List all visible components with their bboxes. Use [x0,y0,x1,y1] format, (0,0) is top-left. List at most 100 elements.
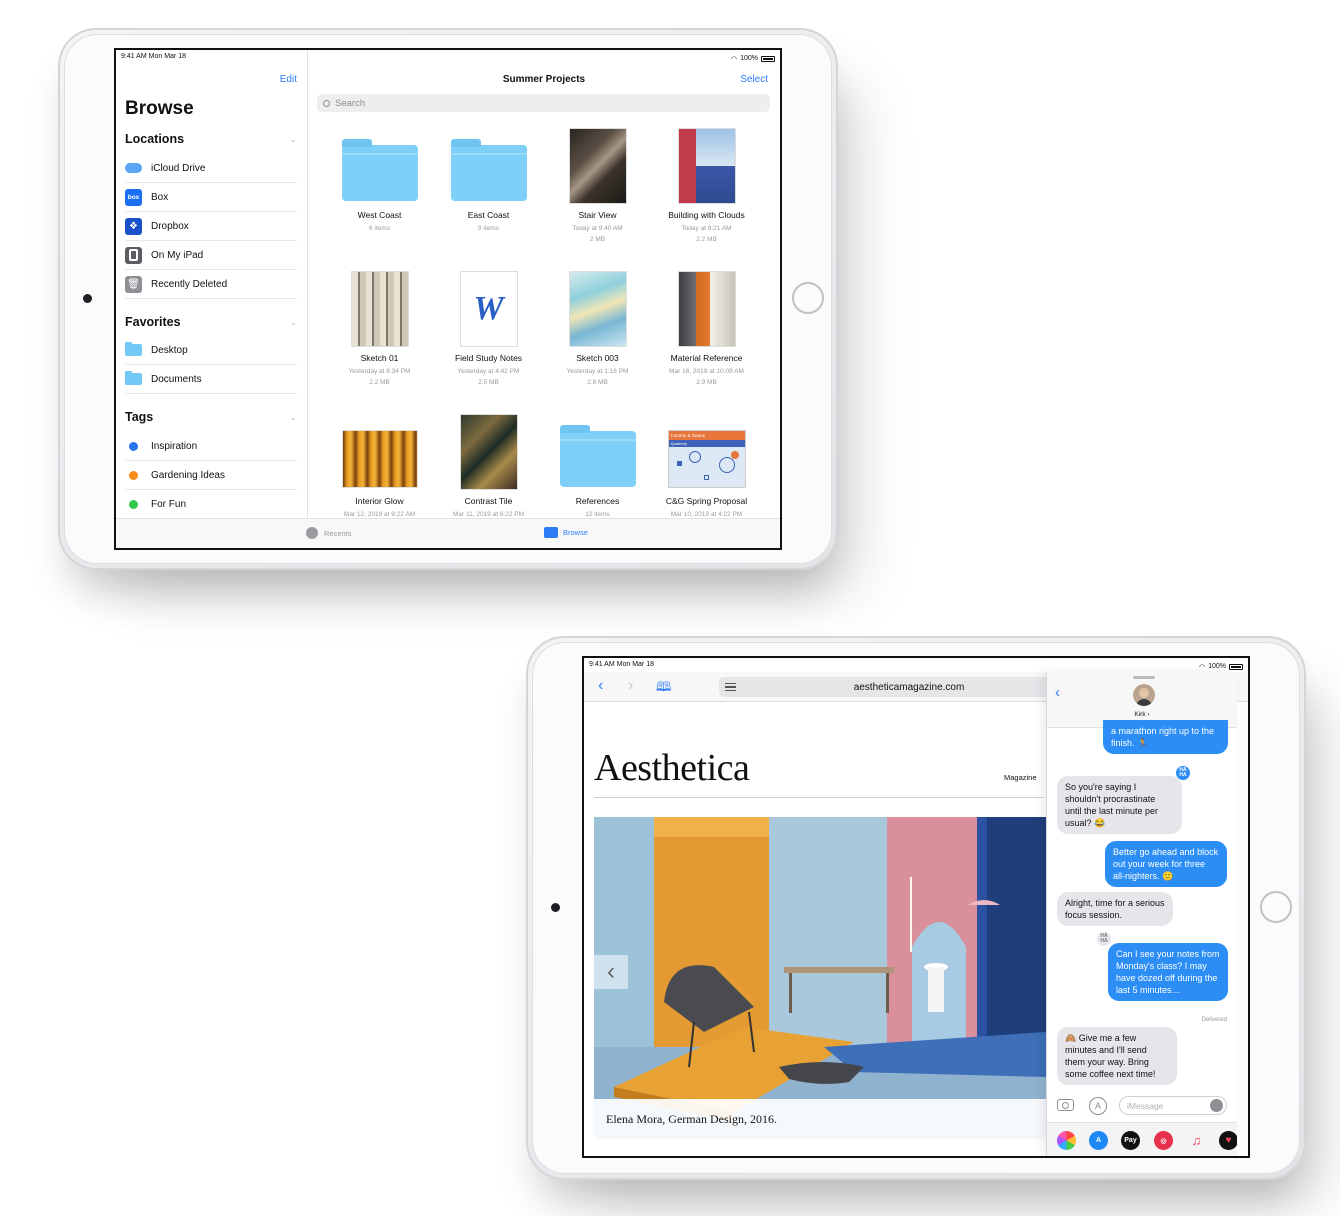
magazine-label[interactable]: Magazine [1004,773,1037,782]
file-item-stair-view[interactable]: Stair View Today at 9:40 AM 2 MB [543,124,652,245]
divider [594,797,1044,798]
sidebar-item-icloud-drive[interactable]: iCloud Drive [125,154,297,183]
sidebar-item-tag-gardening[interactable]: Gardening Ideas [125,461,297,490]
back-chevron-icon[interactable]: ‹ [598,677,603,695]
file-meta: 9 items [478,225,499,232]
front-camera [551,903,560,912]
reader-icon[interactable] [725,683,736,691]
favorites-section-title[interactable]: Favorites [125,315,181,329]
file-item-cg-spring-proposal[interactable]: Comme & Geaux Quarterly C&G Spring Propo… [652,410,761,520]
file-item-contrast-tile[interactable]: Contrast Tile Mar 11, 2019 at 6:22 PM [434,410,543,520]
previous-slide-button[interactable]: ‹ [594,955,628,989]
file-item-references[interactable]: References 12 items [543,410,652,520]
locations-section-title[interactable]: Locations [125,132,184,146]
music-icon[interactable]: ♫ [1187,1131,1206,1150]
word-document-icon: W [459,271,518,347]
app-store-app-icon[interactable]: A [1089,1131,1108,1150]
file-item-interior-glow[interactable]: Interior Glow Mar 12, 2019 at 9:22 AM [325,410,434,520]
battery-icon [1229,663,1243,670]
file-item-material-reference[interactable]: Material Reference Mar 16, 2019 at 10:09… [652,267,761,388]
imessage-input[interactable]: iMessage [1119,1096,1227,1115]
file-name: Building with Clouds [668,210,745,220]
file-item-building-with-clouds[interactable]: Building with Clouds Today at 9:21 AM 2.2… [652,124,761,245]
chevron-down-icon[interactable]: ⌄ [289,412,297,423]
message-bubble-sent[interactable]: a marathon right up to the finish. 🏃 [1103,720,1228,754]
app-store-icon[interactable]: A [1089,1097,1107,1115]
tab-browse[interactable]: Browse [544,527,588,538]
address-bar[interactable]: aestheticamagazine.com [719,677,1099,697]
dropbox-icon: ❖ [125,217,142,235]
sidebar-item-label: iCloud Drive [151,162,206,174]
message-bubble-received[interactable]: Alright, time for a serious focus sessio… [1057,892,1173,926]
sidebar-item-box[interactable]: box Box [125,183,297,212]
digital-touch-icon[interactable]: ♥ [1219,1131,1237,1150]
photos-app-icon[interactable] [1057,1131,1076,1150]
file-name: Field Study Notes [454,353,523,363]
select-button[interactable]: Select [740,74,768,85]
file-name: East Coast [467,210,510,220]
photo-thumbnail [568,128,627,204]
contact-name[interactable]: Kirk › [1047,711,1237,718]
sidebar-item-dropbox[interactable]: ❖ Dropbox [125,212,297,241]
photo-thumbnail [350,271,409,347]
message-bubble-received[interactable]: 🙈 Give me a few minutes and I'll send th… [1057,1027,1177,1085]
file-name: Material Reference [670,353,743,363]
file-item-west-coast[interactable]: West Coast 6 items [325,124,434,234]
folder-icon [341,139,418,201]
file-date: Mar 16, 2019 at 10:09 AM [669,368,744,375]
file-item-field-study-notes[interactable]: W Field Study Notes Yesterday at 4:42 PM… [434,267,543,388]
sidebar-item-on-my-ipad[interactable]: On My iPad [125,241,297,270]
file-name: Interior Glow [355,496,404,506]
forward-chevron-icon[interactable]: › [628,677,633,695]
camera-icon[interactable] [1057,1099,1074,1111]
file-item-sketch-01[interactable]: Sketch 01 Yesterday at 8:34 PM 2.2 MB [325,267,434,388]
page-title: Summer Projects [502,74,586,85]
sidebar-item-documents[interactable]: Documents [125,365,297,394]
ipad-safari-device: 9:41 AM Mon Mar 18 ◠ 100% ‹ › 🕮 aesthetic… [526,636,1306,1180]
files-screen: 9:41 AM Mon Mar 18 ◠ 100% Edit Browse Loc… [114,48,782,550]
avatar[interactable] [1133,684,1155,706]
search-input[interactable]: Search [317,94,770,112]
url-text: aestheticamagazine.com [853,681,965,693]
messages-slide-over[interactable]: ‹ Kirk › a marathon right up to the fini… [1046,672,1237,1156]
sidebar-item-label: Dropbox [151,220,189,232]
message-bubble-sent[interactable]: Better go ahead and block out your week … [1105,841,1227,887]
sidebar-item-recently-deleted[interactable]: 🗑 Recently Deleted [125,270,297,299]
sidebar-item-desktop[interactable]: Desktop [125,336,297,365]
slide-over-grabber[interactable] [1133,676,1155,679]
chevron-down-icon[interactable]: ⌄ [289,317,297,328]
home-button[interactable] [1260,891,1292,923]
battery-percent: 100% [740,55,758,62]
sidebar-item-tag-for-fun[interactable]: For Fun [125,490,297,519]
chevron-down-icon[interactable]: ⌄ [289,134,297,145]
sidebar-item-label: On My iPad [151,249,204,261]
microphone-icon[interactable] [1210,1099,1223,1112]
file-name: West Coast [357,210,402,220]
apple-pay-icon[interactable]: Pay [1121,1131,1140,1150]
message-bubble-received[interactable]: So you're saying I shouldn't procrastina… [1057,776,1182,834]
image-search-icon[interactable]: ◎ [1154,1131,1173,1150]
file-name: References [575,496,620,506]
wifi-icon: ◠ [730,55,738,63]
status-time: 9:41 AM Mon Mar 18 [121,53,186,60]
message-bubble-sent[interactable]: Can I see your notes from Monday's class… [1108,943,1228,1001]
folder-icon [559,425,636,487]
file-item-east-coast[interactable]: East Coast 9 items [434,124,543,234]
bookmarks-icon[interactable]: 🕮 [656,678,671,700]
file-size: 2.2 MB [696,236,717,243]
hero-image[interactable]: ‹ Elena Mora, German Design, 2016. [594,817,1046,1139]
file-item-sketch-003[interactable]: Sketch 003 Yesterday at 1:18 PM 2.8 MB [543,267,652,388]
battery-percent: 100% [1208,663,1226,670]
file-size: 2.8 MB [587,379,608,386]
delivered-status: Delivered [1201,1017,1227,1023]
tab-recents[interactable]: Recents [306,527,352,539]
magazine-title[interactable]: Aesthetica [594,746,750,790]
home-button[interactable] [792,282,824,314]
edit-button[interactable]: Edit [280,74,297,85]
ipad-icon [125,246,142,264]
back-chevron-icon[interactable]: ‹ [1055,684,1060,701]
tags-section-title[interactable]: Tags [125,410,153,424]
sidebar-item-tag-inspiration[interactable]: Inspiration [125,432,297,461]
interior-photo [594,817,1046,1139]
tab-bar: Recents Browse [116,518,780,548]
